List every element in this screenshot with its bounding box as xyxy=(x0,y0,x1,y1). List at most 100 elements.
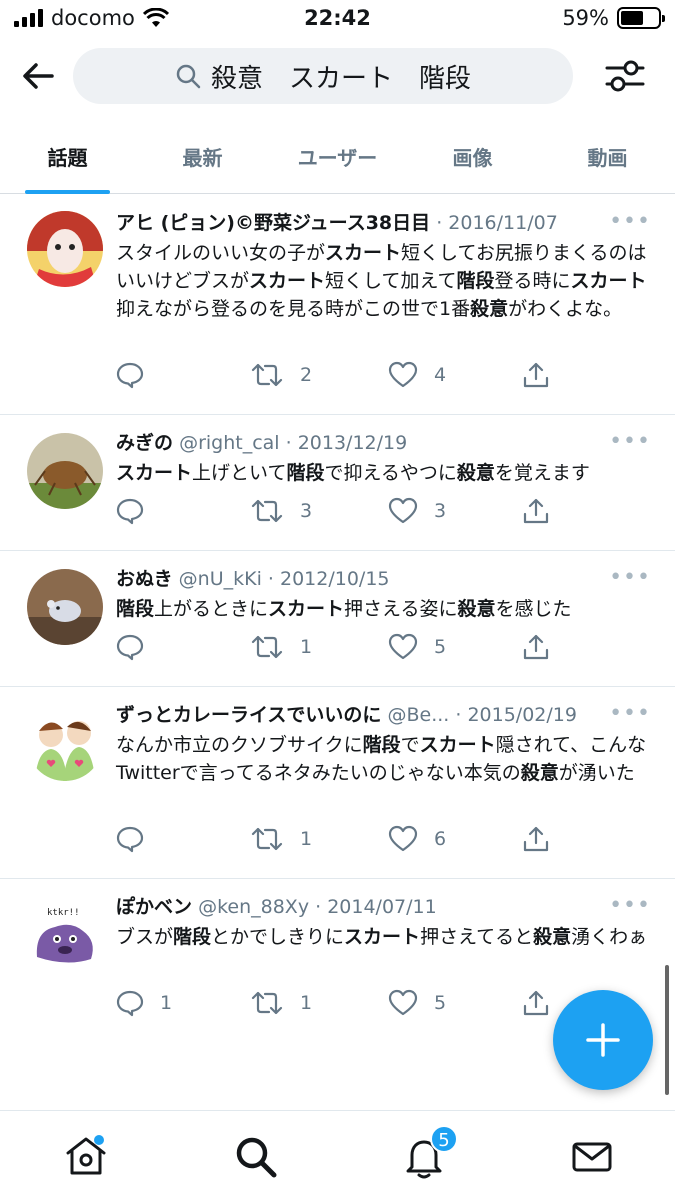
share-button[interactable] xyxy=(522,989,550,1017)
nav-messages[interactable] xyxy=(568,1133,616,1181)
tweet-header: みぎの @right_cal · 2013/12/19 xyxy=(116,429,651,457)
status-right: 59% xyxy=(562,6,665,30)
like-button[interactable]: 3 xyxy=(388,497,446,525)
reply-button[interactable] xyxy=(116,825,160,853)
display-name[interactable]: おぬき xyxy=(116,568,173,590)
reply-button[interactable] xyxy=(116,497,160,525)
mail-icon xyxy=(572,1142,612,1172)
tweet[interactable]: みぎの @right_cal · 2013/12/19 スカート上げといて階段で… xyxy=(0,415,675,551)
like-button[interactable]: 6 xyxy=(388,825,446,853)
more-options-icon[interactable]: ••• xyxy=(609,893,651,918)
share-button[interactable] xyxy=(522,497,550,525)
retweet-button[interactable]: 1 xyxy=(250,989,312,1017)
retweet-button[interactable]: 3 xyxy=(250,497,312,525)
avatar[interactable] xyxy=(27,705,103,781)
share-button[interactable] xyxy=(522,825,550,853)
tweet-actions: 1 5 xyxy=(116,633,556,667)
more-options-icon[interactable]: ••• xyxy=(609,209,651,234)
more-options-icon[interactable]: ••• xyxy=(609,565,651,590)
tweet-date: · 2015/02/19 xyxy=(455,704,577,726)
username[interactable]: @Be... xyxy=(387,704,449,726)
tweet-actions: 2 4 xyxy=(116,361,556,395)
retweet-button[interactable]: 1 xyxy=(250,825,312,853)
tab-videos[interactable]: 動画 xyxy=(540,128,675,193)
tweet-date: · 2013/12/19 xyxy=(285,432,408,454)
tweet-body: ぽかベン @ken_88Xy · 2014/07/11 ブスが階段とかでしきりに… xyxy=(116,893,651,951)
tab-users[interactable]: ユーザー xyxy=(270,128,405,193)
avatar[interactable]: ktkr!! xyxy=(27,897,103,973)
username[interactable]: @ken_88Xy xyxy=(198,896,309,918)
battery-icon xyxy=(617,7,665,29)
highlighted-term: スカート xyxy=(344,926,421,948)
username[interactable]: @nU_kKi xyxy=(179,568,262,590)
retweet-button[interactable]: 1 xyxy=(250,633,312,661)
avatar[interactable] xyxy=(27,211,103,287)
like-button[interactable]: 5 xyxy=(388,633,446,661)
tweet-text-segment: スタイルのいい女の子が xyxy=(116,242,326,264)
retweet-icon xyxy=(251,991,283,1015)
tweet-text-segment: ブスが xyxy=(116,926,174,948)
tweet-feed: アヒ (ピョン)©野菜ジュース38日目 · 2016/11/07 スタイルのいい… xyxy=(0,195,675,1109)
retweet-icon xyxy=(251,499,283,523)
like-button[interactable]: 4 xyxy=(388,361,446,389)
highlighted-term: 階段 xyxy=(286,462,325,484)
reply-button[interactable]: 1 xyxy=(116,989,172,1017)
tweet-header: ずっとカレーライスでいいのに @Be... · 2015/02/19 xyxy=(116,701,651,729)
search-icon xyxy=(176,64,201,89)
tweet[interactable]: ずっとカレーライスでいいのに @Be... · 2015/02/19 なんか市立… xyxy=(0,687,675,879)
nav-notifications[interactable]: 5 xyxy=(400,1125,458,1181)
tweet-text-segment: なんか市立のクソブサイクに xyxy=(116,734,363,756)
tweet-body: ずっとカレーライスでいいのに @Be... · 2015/02/19 なんか市立… xyxy=(116,701,651,787)
avatar[interactable] xyxy=(27,569,103,645)
compose-tweet-button[interactable] xyxy=(553,990,653,1090)
tweet[interactable]: おぬき @nU_kKi · 2012/10/15 階段上がるときにスカート押さえ… xyxy=(0,551,675,687)
retweet-count: 3 xyxy=(300,500,313,522)
back-arrow-icon[interactable] xyxy=(18,56,58,96)
tweet-text-segment: を覚えます xyxy=(494,462,590,484)
highlighted-term: 殺意 xyxy=(470,298,509,320)
tweet-text-segment: で xyxy=(400,734,420,756)
tweet-header: おぬき @nU_kKi · 2012/10/15 xyxy=(116,565,651,593)
avatar[interactable] xyxy=(27,433,103,509)
like-count: 6 xyxy=(434,828,447,850)
filter-settings-icon[interactable] xyxy=(603,54,647,98)
search-input[interactable]: 殺意 スカート 階段 xyxy=(73,48,573,104)
tweet-text-segment: 湧くわぁ xyxy=(571,926,648,948)
more-options-icon[interactable]: ••• xyxy=(609,701,651,726)
plus-icon xyxy=(586,1023,620,1057)
status-bar: docomo 22:42 59% xyxy=(0,0,675,40)
highlighted-term: 殺意 xyxy=(520,762,559,784)
reply-count: 1 xyxy=(160,992,173,1014)
display-name[interactable]: みぎの xyxy=(116,432,173,454)
more-options-icon[interactable]: ••• xyxy=(609,429,651,454)
scrollbar[interactable] xyxy=(665,965,669,1095)
reply-button[interactable] xyxy=(116,361,160,389)
share-button[interactable] xyxy=(522,361,550,389)
highlighted-term: 階段 xyxy=(456,270,495,292)
username[interactable]: @right_cal xyxy=(179,432,280,454)
tab-images[interactable]: 画像 xyxy=(405,128,540,193)
share-icon xyxy=(523,362,549,388)
retweet-button[interactable]: 2 xyxy=(250,361,312,389)
tweet[interactable]: アヒ (ピョン)©野菜ジュース38日目 · 2016/11/07 スタイルのいい… xyxy=(0,195,675,415)
like-button[interactable]: 5 xyxy=(388,989,446,1017)
search-tabs: 話題 最新 ユーザー 画像 動画 xyxy=(0,128,675,194)
display-name[interactable]: アヒ (ピョン)©野菜ジュース38日目 xyxy=(116,212,430,234)
tweet-date: · 2014/07/11 xyxy=(315,896,437,918)
tweet-header: アヒ (ピョン)©野菜ジュース38日目 · 2016/11/07 xyxy=(116,209,651,237)
display-name[interactable]: ずっとカレーライスでいいのに xyxy=(116,704,381,726)
notification-badge: 5 xyxy=(430,1125,458,1153)
display-name[interactable]: ぽかベン xyxy=(116,896,192,918)
tab-latest[interactable]: 最新 xyxy=(135,128,270,193)
nav-search[interactable] xyxy=(232,1133,280,1181)
retweet-count: 2 xyxy=(300,364,313,386)
reply-icon xyxy=(116,498,144,525)
tweet-header: ぽかベン @ken_88Xy · 2014/07/11 xyxy=(116,893,651,921)
nav-home[interactable] xyxy=(62,1133,110,1181)
tweet-text: 階段上がるときにスカート押さえる姿に殺意を感じた xyxy=(116,595,651,623)
highlighted-term: 殺意 xyxy=(456,462,495,484)
reply-button[interactable] xyxy=(116,633,160,661)
tab-top[interactable]: 話題 xyxy=(0,128,135,194)
share-button[interactable] xyxy=(522,633,550,661)
search-header: 殺意 スカート 階段 xyxy=(0,44,675,108)
